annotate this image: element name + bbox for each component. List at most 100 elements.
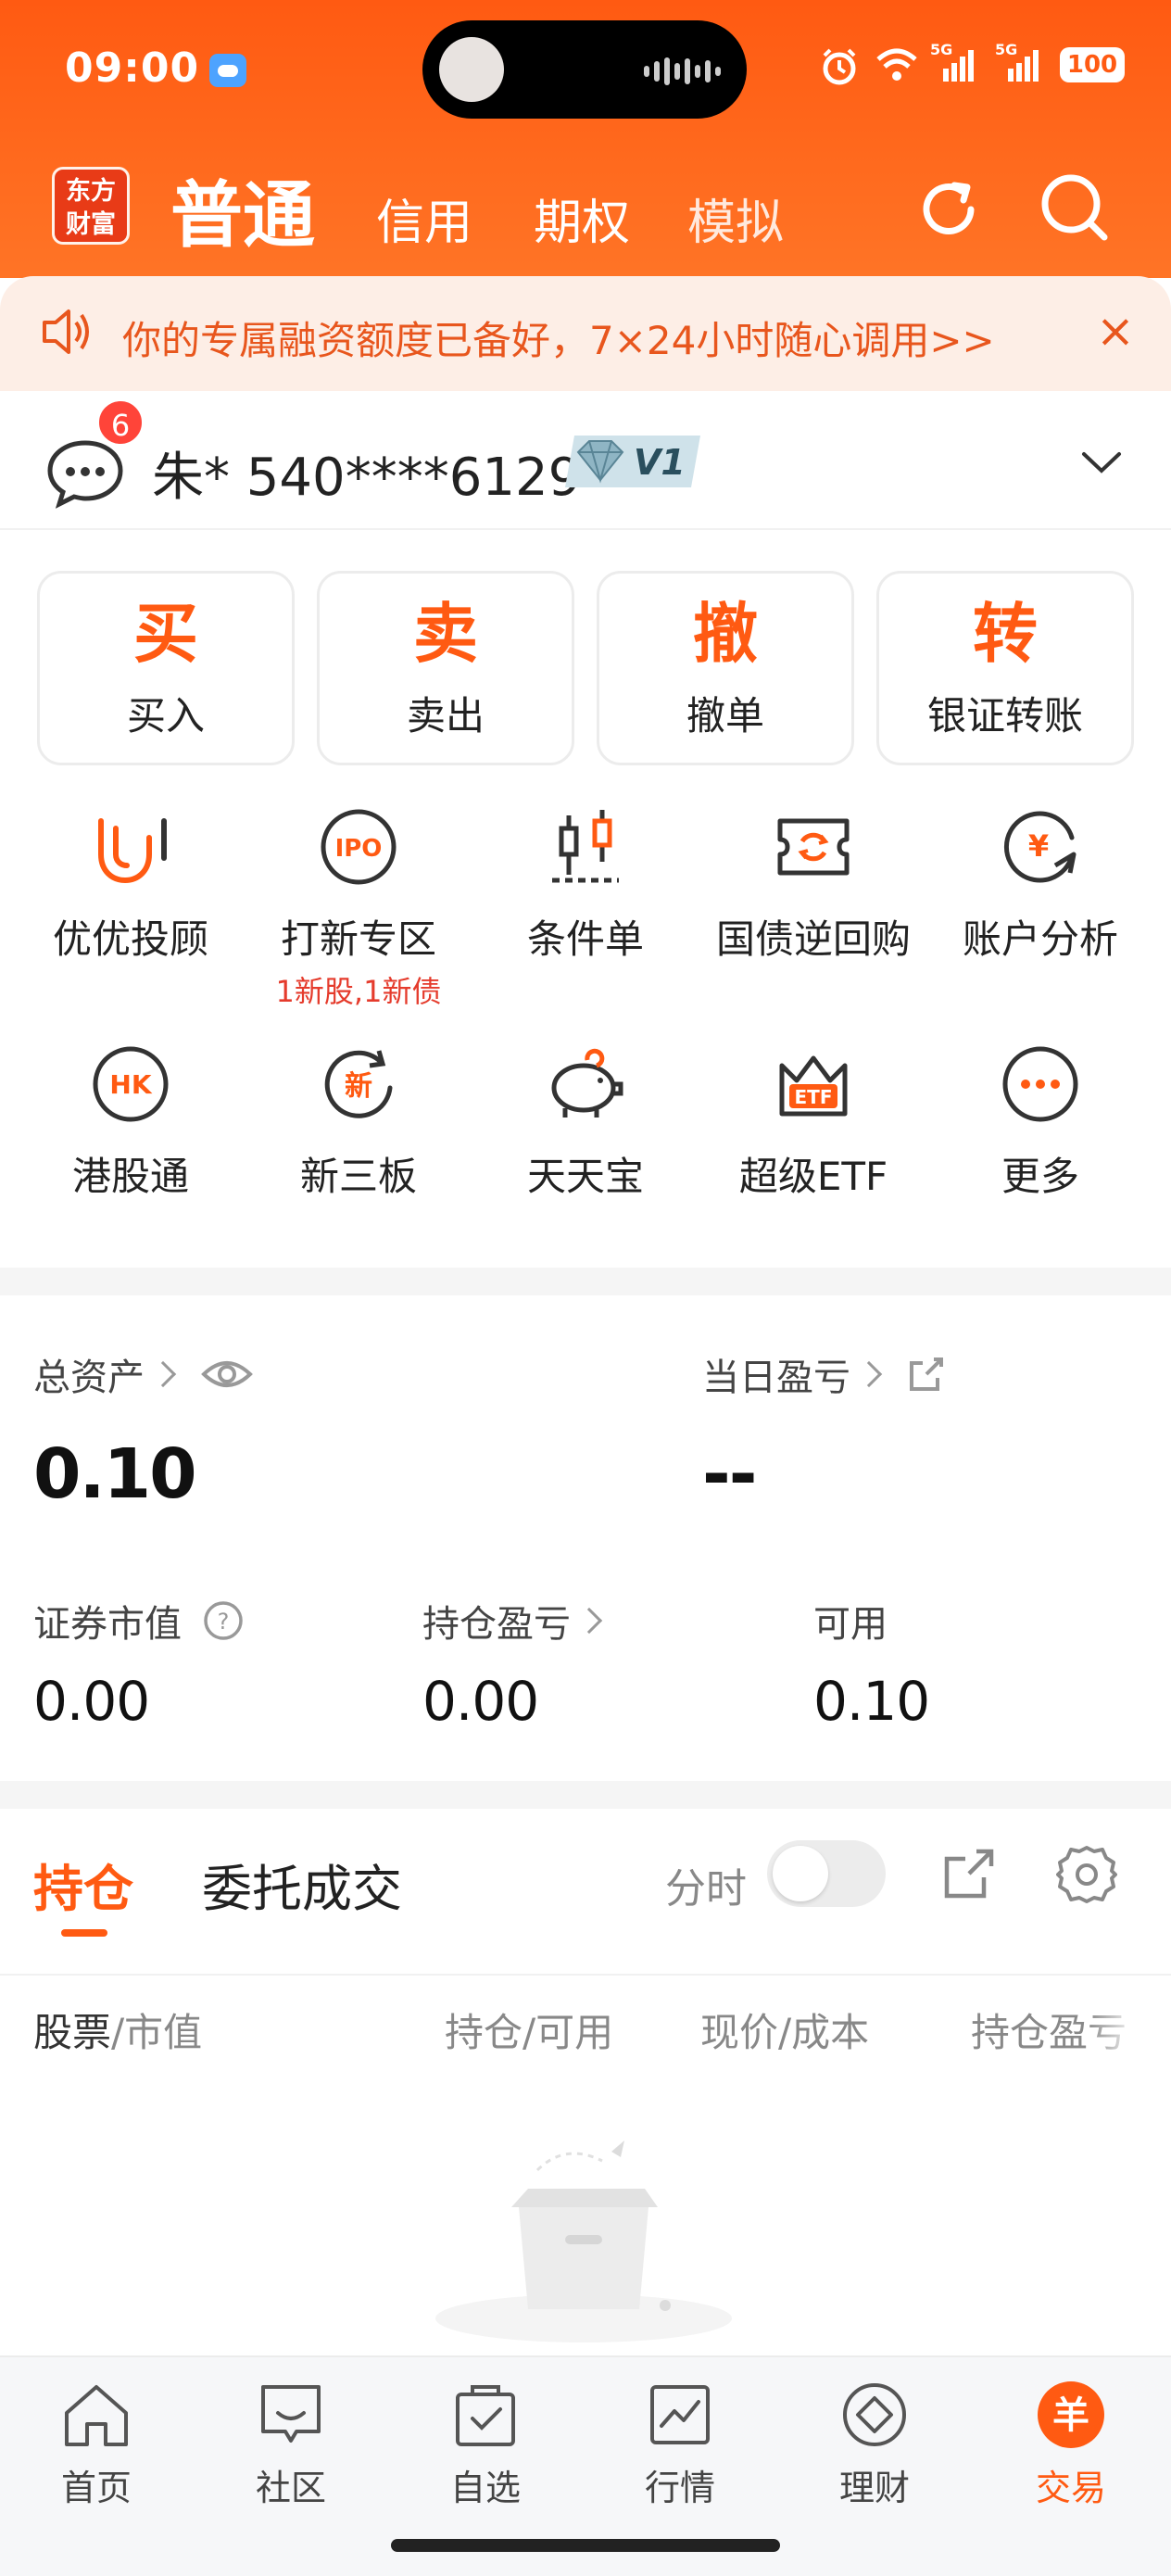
chevron-right-icon [575, 1607, 603, 1635]
tool-treasury-repo[interactable]: 国债逆回购 [698, 801, 929, 965]
total-assets-label[interactable]: 总资产 [33, 1347, 254, 1401]
ipo-icon: IPO [321, 809, 397, 885]
buy-button[interactable]: 买 买入 [37, 571, 295, 765]
available-value: 0.10 [813, 1670, 930, 1733]
nav-home[interactable]: 首页 [13, 2378, 180, 2510]
svg-text:新: 新 [345, 1070, 372, 1103]
sell-button[interactable]: 卖 卖出 [317, 571, 574, 765]
nav-community[interactable]: 社区 [208, 2378, 374, 2510]
system-icons: 5G 5G 100 [819, 41, 1125, 85]
tool-new-third-board[interactable]: 新 新三板 [243, 1038, 474, 1202]
cancel-order-button[interactable]: 撤 撤单 [597, 571, 854, 765]
tool-hk-connect[interactable]: HK 港股通 [15, 1038, 246, 1202]
securities-value-label[interactable]: 证券市值 ? [33, 1594, 245, 1648]
nav-trade[interactable]: 羊 交易 [988, 2378, 1154, 2510]
column-stock: 股票/市值 [33, 2010, 203, 2055]
holding-pl-value: 0.00 [422, 1670, 539, 1733]
wifi-icon [875, 46, 917, 83]
toggle-knob [773, 1846, 828, 1901]
column-price: 现价/成本 [700, 2010, 870, 2055]
timeshare-label: 分时 [665, 1865, 747, 1913]
active-tab-indicator [61, 1929, 107, 1937]
tool-super-etf[interactable]: ETF 超级ETF [698, 1038, 929, 1202]
tool-advisor[interactable]: 优优投顾 [15, 801, 246, 965]
nav-wealth[interactable]: 理财 [791, 2378, 958, 2510]
account-row[interactable]: 朱* 540****6129 V1 [0, 391, 1171, 530]
signal-5g-icon-1: 5G [930, 41, 976, 83]
message-count-badge: 6 [96, 398, 145, 447]
repo-icon [777, 818, 850, 876]
speaker-icon [39, 304, 91, 360]
eye-icon[interactable] [200, 1356, 254, 1393]
etf-crown-icon: ETF [779, 1055, 848, 1117]
account-name: 朱* 540****6129 [152, 448, 582, 508]
timeshare-toggle[interactable] [767, 1840, 886, 1907]
watchlist-icon [456, 2385, 515, 2446]
positions-table-header: 股票/市值 持仓/可用 现价/成本 持仓盈亏 [0, 1974, 1171, 2063]
gear-icon[interactable] [1056, 1844, 1117, 1905]
header: 09:00 5G 5G 100 东方 财富 普通 信用 期权 模拟 [0, 0, 1171, 278]
account-analysis-icon: ¥ [1003, 811, 1077, 883]
positions-panel: 持仓 委托成交 分时 股票/市值 持仓/可用 现价/成本 持仓盈亏 [0, 1809, 1171, 2355]
svg-text:HK: HK [109, 1069, 152, 1100]
close-icon[interactable]: × [1093, 306, 1138, 356]
share-icon[interactable] [906, 1354, 947, 1395]
piggy-bank-icon [551, 1048, 623, 1118]
svg-text:V1: V1 [634, 442, 686, 483]
promo-banner[interactable]: 你的专属融资额度已备好，7×24小时随心调用>> × [0, 276, 1171, 391]
chevron-right-icon [149, 1360, 177, 1388]
nav-watchlist[interactable]: 自选 [402, 2378, 569, 2510]
available-label: 可用 [813, 1603, 888, 1646]
search-icon[interactable] [1038, 170, 1112, 245]
hk-icon: HK [93, 1046, 169, 1122]
section-divider [0, 1268, 1171, 1295]
chevron-right-icon [855, 1360, 883, 1388]
tool-ipo[interactable]: IPO 打新专区 1新股,1新债 [243, 801, 474, 1011]
trade-actions: 买 买入 卖 卖出 撤 撤单 转 银证转账 [37, 571, 1134, 765]
tab-credit[interactable]: 信用 [376, 183, 472, 253]
more-icon [1002, 1046, 1078, 1122]
promo-text[interactable]: 你的专属融资额度已备好，7×24小时随心调用>> [122, 309, 995, 366]
app-logo: 东方 财富 [52, 167, 130, 245]
column-holding: 持仓/可用 [445, 2010, 614, 2055]
tab-options[interactable]: 期权 [534, 183, 630, 253]
battery-indicator: 100 [1060, 47, 1125, 82]
nav-market[interactable]: 行情 [597, 2378, 763, 2510]
holding-pl-label[interactable]: 持仓盈亏 [422, 1594, 603, 1648]
assets-panel: 总资产 0.10 当日盈亏 -- 证券市值 ? 0.00 持仓盈亏 0.00 可… [0, 1295, 1171, 1781]
dynamic-island[interactable] [422, 20, 747, 119]
chevron-down-icon[interactable] [1078, 439, 1125, 486]
account-type-tabs: 东方 财富 普通 信用 期权 模拟 [0, 148, 1171, 269]
export-icon[interactable] [941, 1846, 997, 1901]
audio-wave-icon [644, 57, 721, 85]
alarm-icon [819, 46, 856, 85]
daily-pl-label[interactable]: 当日盈亏 [702, 1347, 947, 1401]
wealth-icon [843, 2383, 906, 2446]
tab-simulation[interactable]: 模拟 [687, 183, 784, 253]
tool-more[interactable]: 更多 [925, 1038, 1156, 1202]
candlestick-icon [552, 810, 619, 883]
signal-5g-icon-2: 5G [995, 41, 1041, 83]
trade-icon: 羊 [1038, 2381, 1104, 2448]
tool-tiantianbao[interactable]: 天天宝 [470, 1038, 701, 1202]
daily-pl-value: -- [702, 1434, 757, 1514]
svg-text:羊: 羊 [1052, 2394, 1089, 2437]
tab-normal[interactable]: 普通 [170, 158, 315, 261]
tab-positions[interactable]: 持仓 [33, 1848, 133, 1921]
community-icon [261, 2385, 321, 2443]
message-icon[interactable] [46, 437, 124, 510]
tab-orders-trades[interactable]: 委托成交 [202, 1848, 402, 1921]
total-assets-value: 0.10 [33, 1434, 197, 1514]
vip-badge: V1 [561, 430, 706, 493]
svg-text:ETF: ETF [795, 1086, 833, 1108]
tool-account-analysis[interactable]: ¥ 账户分析 [925, 801, 1156, 965]
help-icon[interactable]: ? [202, 1599, 245, 1642]
tool-conditional-order[interactable]: 条件单 [470, 801, 701, 965]
market-chart-icon [650, 2385, 710, 2444]
bank-transfer-button[interactable]: 转 银证转账 [876, 571, 1134, 765]
new-third-board-icon: 新 [324, 1050, 393, 1118]
svg-text:?: ? [218, 1609, 230, 1635]
column-pl: 持仓盈亏 [971, 2010, 1127, 2055]
home-indicator [391, 2539, 780, 2552]
refresh-icon[interactable] [913, 174, 984, 245]
